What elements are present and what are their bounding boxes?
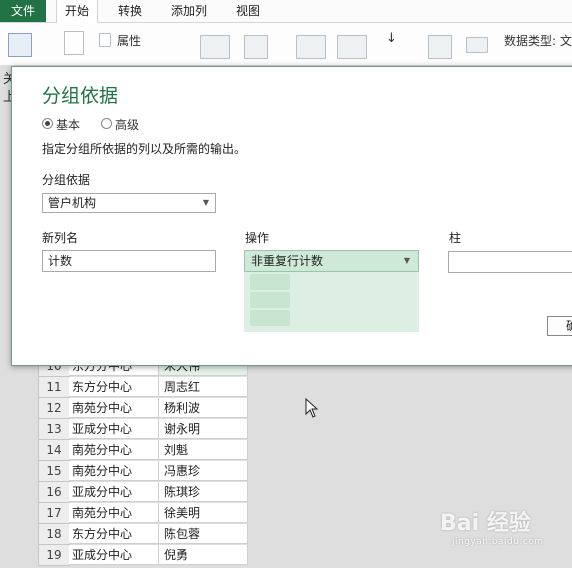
tab-transform[interactable]: 转换 (108, 0, 152, 22)
radio-selected-dot (45, 121, 50, 126)
operation-value: 非重复行计数 (251, 254, 324, 268)
cell-manager[interactable]: 周志红 (159, 377, 248, 397)
split-column-icon[interactable] (428, 35, 452, 59)
cell-manager[interactable]: 刘魁 (159, 440, 248, 460)
group-by-value: 管户机构 (48, 196, 97, 210)
column-label: 柱 (449, 231, 462, 245)
cell-manager[interactable]: 陈琪珍 (159, 482, 248, 502)
row-number[interactable]: 11 (38, 377, 70, 398)
dialog-description: 指定分组所依据的列以及所需的输出。 (42, 142, 247, 156)
cell-branch[interactable]: 东方分中心 (69, 524, 159, 544)
tab-home[interactable]: 开始 (56, 0, 98, 23)
baidu-watermark: Bai 经验 (440, 511, 531, 536)
keep-rows-icon[interactable] (296, 35, 326, 59)
table-row[interactable]: 19 亚成分中心 倪勇 (38, 545, 248, 566)
dropdown-option[interactable] (250, 310, 290, 326)
cell-branch[interactable]: 亚成分中心 (69, 482, 159, 502)
cell-branch[interactable]: 南苑分中心 (69, 461, 159, 481)
radio-advanced[interactable] (101, 118, 112, 129)
group-by-dialog: 分组依据 基本 高级 指定分组所依据的列以及所需的输出。 分组依据 管户机构 ▼… (11, 66, 572, 366)
properties-label[interactable]: 属性 (117, 32, 141, 49)
cell-branch[interactable]: 东方分中心 (69, 377, 159, 397)
operation-dropdown-list[interactable] (244, 272, 419, 332)
row-number[interactable]: 14 (38, 440, 70, 461)
properties-icon[interactable] (99, 33, 111, 47)
cell-branch[interactable]: 南苑分中心 (69, 440, 159, 460)
tab-file[interactable]: 文件 (0, 0, 46, 22)
row-number[interactable]: 17 (38, 503, 70, 524)
choose-columns-icon[interactable] (200, 35, 230, 59)
group-by-icon[interactable] (466, 37, 488, 53)
table-row[interactable]: 16 亚成分中心 陈琪珍 (38, 482, 248, 503)
row-number[interactable]: 18 (38, 524, 70, 545)
operation-select[interactable]: 非重复行计数 ▼ (244, 250, 419, 272)
dropdown-option[interactable] (250, 274, 290, 290)
baidu-watermark-url: jingyan.baidu.com (452, 537, 544, 547)
cell-branch[interactable]: 南苑分中心 (69, 398, 159, 418)
radio-basic[interactable] (42, 118, 53, 129)
cell-manager[interactable]: 谢永明 (159, 419, 248, 439)
document-icon[interactable] (64, 31, 84, 55)
cell-branch[interactable]: 亚成分中心 (69, 545, 159, 565)
row-number[interactable]: 13 (38, 419, 70, 440)
cell-manager[interactable]: 杨利波 (159, 398, 248, 418)
cell-manager[interactable]: 冯惠珍 (159, 461, 248, 481)
remove-columns-icon[interactable] (244, 35, 268, 59)
operation-label: 操作 (245, 231, 270, 245)
dialog-title: 分组依据 (42, 85, 119, 107)
tab-add-column[interactable]: 添加列 (162, 0, 216, 22)
tab-view[interactable]: 视图 (226, 0, 270, 22)
new-column-label: 新列名 (42, 231, 79, 245)
table-row[interactable]: 11 东方分中心 周志红 (38, 377, 248, 398)
row-number[interactable]: 19 (38, 545, 70, 566)
row-number[interactable]: 12 (38, 398, 70, 419)
ok-button[interactable]: 确 (547, 316, 572, 336)
ribbon-tab-bar: 文件 开始 转换 添加列 视图 (0, 0, 572, 23)
row-number[interactable]: 16 (38, 482, 70, 503)
group-by-label: 分组依据 (42, 173, 91, 187)
ribbon-toolbar: 属性 ↓ 数据类型: 文 (0, 23, 572, 65)
cell-manager[interactable]: 倪勇 (159, 545, 248, 565)
cell-manager[interactable]: 徐美明 (159, 503, 248, 523)
cell-manager[interactable]: 陈包蓉 (159, 524, 248, 544)
radio-basic-label[interactable]: 基本 (56, 116, 80, 133)
mouse-cursor-icon (305, 398, 319, 418)
column-select[interactable] (448, 251, 572, 273)
table-row[interactable]: 13 亚成分中心 谢永明 (38, 419, 248, 440)
cell-branch[interactable]: 南苑分中心 (69, 503, 159, 523)
refresh-icon[interactable] (8, 33, 32, 57)
data-type-label[interactable]: 数据类型: 文 (504, 32, 572, 49)
dropdown-option[interactable] (250, 292, 290, 308)
chevron-down-icon: ▼ (202, 198, 209, 207)
table-row[interactable]: 12 南苑分中心 杨利波 (38, 398, 248, 419)
sort-icon[interactable]: ↓ (386, 31, 397, 46)
group-by-select[interactable]: 管户机构 ▼ (42, 193, 216, 213)
table-row[interactable]: 17 南苑分中心 徐美明 (38, 503, 248, 524)
table-row[interactable]: 18 东方分中心 陈包蓉 (38, 524, 248, 545)
table-row[interactable]: 14 南苑分中心 刘魁 (38, 440, 248, 461)
cell-branch[interactable]: 亚成分中心 (69, 419, 159, 439)
row-number[interactable]: 15 (38, 461, 70, 482)
radio-advanced-label[interactable]: 高级 (115, 116, 139, 133)
new-column-input[interactable]: 计数 (42, 250, 216, 272)
chevron-down-icon: ▼ (403, 256, 410, 265)
table-row[interactable]: 15 南苑分中心 冯惠珍 (38, 461, 248, 482)
remove-rows-icon[interactable] (337, 35, 367, 59)
